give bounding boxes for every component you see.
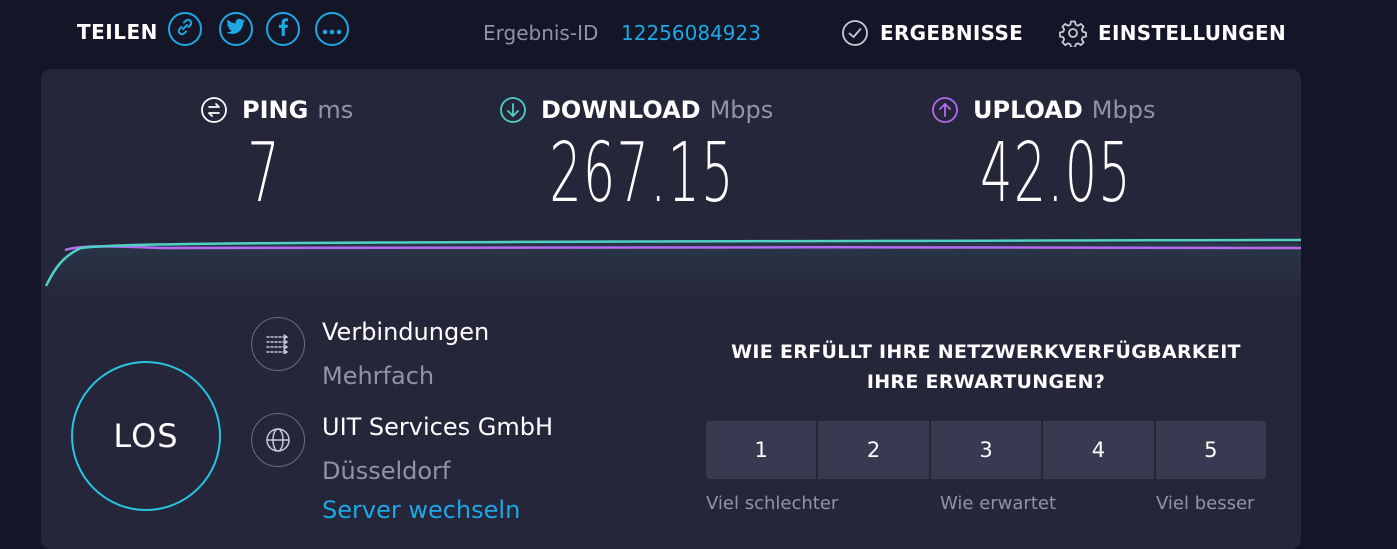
connections-icon	[251, 317, 305, 371]
facebook-icon	[277, 18, 289, 40]
rating-button-4[interactable]: 4	[1041, 421, 1154, 479]
settings-nav-button[interactable]: EINSTELLUNGEN	[1098, 21, 1286, 45]
gear-icon	[1058, 18, 1088, 48]
rating-label-high: Viel besser	[1156, 493, 1255, 514]
twitter-icon	[226, 18, 246, 40]
ping-label: PING	[242, 96, 309, 124]
share-link-button[interactable]	[168, 12, 202, 46]
change-server-link[interactable]: Server wechseln	[322, 496, 520, 524]
result-id-link[interactable]: 12256084923	[621, 21, 761, 45]
connections-title: Verbindungen	[322, 318, 490, 346]
rating-label-low: Viel schlechter	[706, 493, 839, 514]
survey-question-line1: WIE ERFÜLLT IHRE NETZWERKVERFÜGBARKEIT	[731, 341, 1241, 363]
go-button[interactable]: LOS	[71, 361, 221, 511]
rating-bar: 1 2 3 4 5	[706, 421, 1266, 479]
share-more-button[interactable]	[315, 12, 349, 46]
ping-value: 7	[247, 126, 281, 221]
connections-value: Mehrfach	[322, 362, 435, 390]
upload-arrow-icon	[931, 96, 959, 124]
results-nav-button[interactable]: ERGEBNISSE	[880, 21, 1023, 45]
share-label: TEILEN	[77, 20, 158, 44]
rating-button-5[interactable]: 5	[1153, 421, 1266, 479]
rating-button-2[interactable]: 2	[816, 421, 929, 479]
more-icon	[322, 20, 342, 39]
download-area	[46, 242, 1301, 298]
speed-graph	[44, 238, 1301, 298]
link-icon	[175, 17, 195, 41]
share-facebook-button[interactable]	[266, 12, 300, 46]
upload-header: UPLOAD Mbps	[931, 96, 1155, 124]
share-twitter-button[interactable]	[219, 12, 253, 46]
ping-header: PING ms	[200, 96, 353, 124]
rating-button-1[interactable]: 1	[706, 421, 817, 479]
rating-label-mid: Wie erwartet	[940, 493, 1057, 514]
survey-question: WIE ERFÜLLT IHRE NETZWERKVERFÜGBARKEIT I…	[706, 337, 1266, 397]
check-circle-icon	[840, 18, 870, 48]
upload-label: UPLOAD	[973, 96, 1083, 124]
download-arrow-icon	[499, 96, 527, 124]
download-label: DOWNLOAD	[541, 96, 701, 124]
ping-unit: ms	[317, 96, 354, 124]
upload-unit: Mbps	[1091, 96, 1156, 124]
result-id-label: Ergebnis-ID	[483, 21, 599, 45]
server-location: Düsseldorf	[322, 457, 451, 485]
download-header: DOWNLOAD Mbps	[499, 96, 773, 124]
server-provider: UIT Services GmbH	[322, 413, 554, 441]
top-bar: TEILEN Ergebnis-ID 12256084923 ERGEBNISS…	[0, 0, 1397, 68]
globe-icon	[251, 413, 305, 467]
download-unit: Mbps	[709, 96, 774, 124]
download-value: 267.15	[549, 126, 735, 221]
rating-button-3[interactable]: 3	[928, 421, 1042, 479]
survey-question-line2: IHRE ERWARTUNGEN?	[866, 371, 1106, 393]
upload-value: 42.05	[980, 126, 1132, 221]
ping-icon	[200, 96, 228, 124]
